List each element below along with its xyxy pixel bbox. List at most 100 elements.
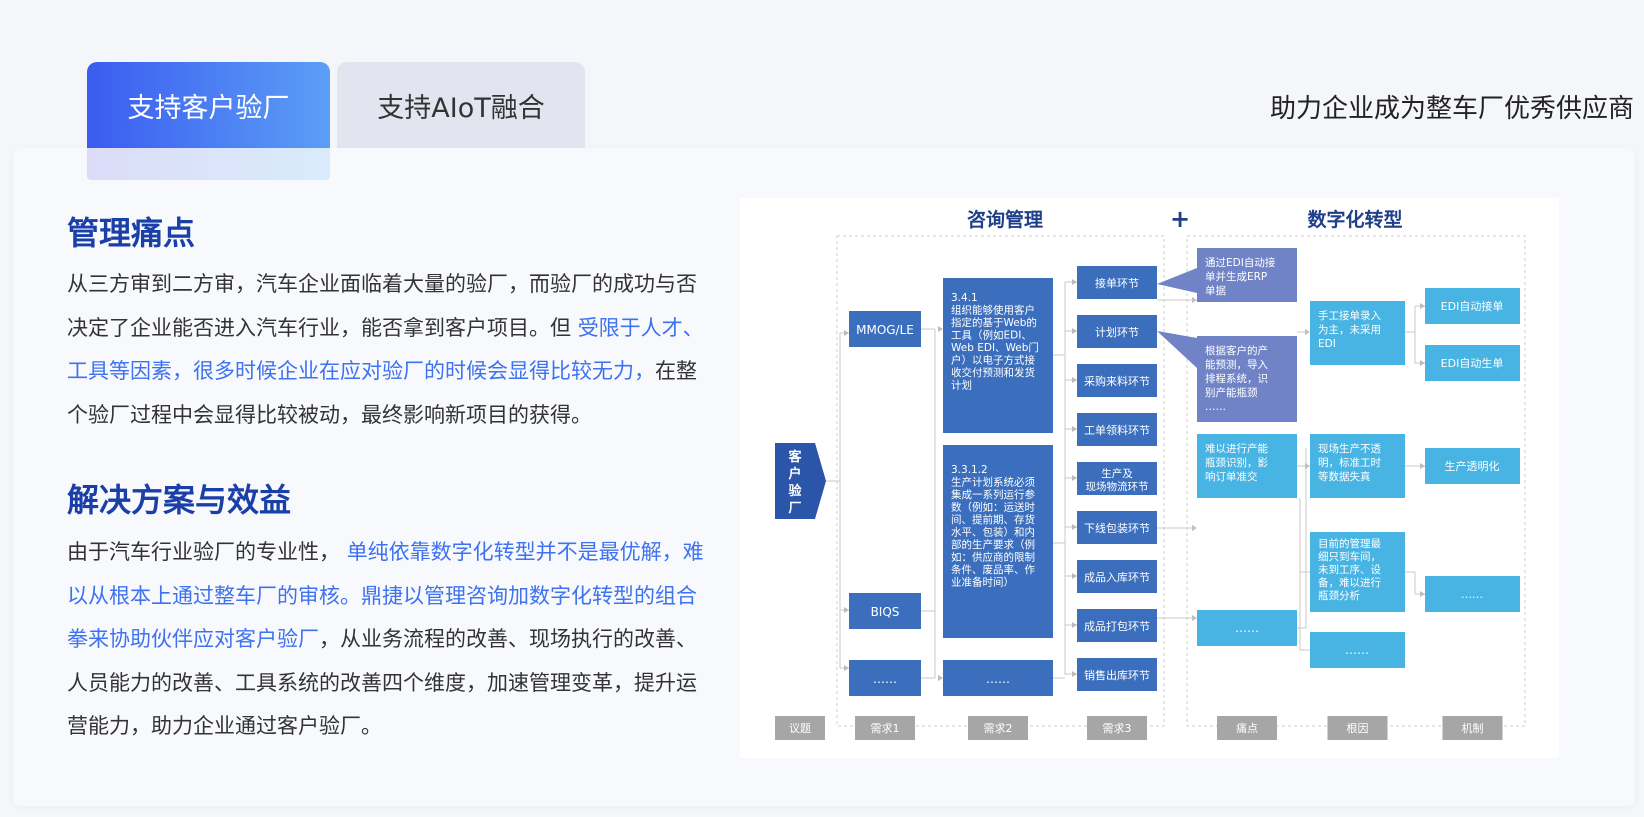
mechanism-label: EDI自动生单 bbox=[1441, 356, 1504, 370]
arrow-head bbox=[1072, 622, 1077, 628]
callout-text: 别产能瓶颈 bbox=[1205, 386, 1258, 399]
cause-text: 未到工序、设 bbox=[1318, 563, 1381, 576]
req2-text: 3.4.1 bbox=[951, 292, 978, 304]
cause-text: 手工接单录入 bbox=[1318, 309, 1381, 322]
topic-label: 厂 bbox=[788, 501, 801, 516]
arrow-head bbox=[844, 665, 849, 671]
callout-text: 单据 bbox=[1205, 284, 1227, 297]
mechanism-label: EDI自动接单 bbox=[1441, 300, 1504, 313]
req2-label: …… bbox=[986, 672, 1010, 686]
arrow-head bbox=[844, 607, 849, 613]
req2-text: 3.3.1.2 bbox=[951, 464, 988, 476]
req3-label: 成品入库环节 bbox=[1084, 571, 1150, 584]
callout-pointer bbox=[1157, 331, 1197, 368]
arrow-head bbox=[1072, 475, 1077, 481]
topic-label: 验 bbox=[788, 483, 802, 499]
req2-text: 组织能够使用客户 bbox=[951, 304, 1035, 317]
arrow-head bbox=[1072, 426, 1077, 432]
arrow-head bbox=[1072, 671, 1077, 677]
arrow-head bbox=[1420, 463, 1425, 469]
footer-label: 机制 bbox=[1462, 721, 1484, 735]
tab-active-indicator-overlay bbox=[87, 148, 330, 180]
cause-text: 备，难以进行 bbox=[1318, 576, 1381, 589]
req1-label: MMOG/LE bbox=[856, 323, 914, 337]
footer-label: 需求3 bbox=[1103, 722, 1132, 735]
req3-label: 接单环节 bbox=[1095, 277, 1139, 290]
arrow-head bbox=[1420, 303, 1425, 309]
topic-label: 客 bbox=[788, 449, 802, 465]
diagram-header-left: 咨询管理 bbox=[967, 208, 1043, 231]
req2-text: 工具（例如EDI、 bbox=[951, 329, 1032, 342]
callout-text: 排程系统，识 bbox=[1205, 372, 1268, 385]
callout-text: 单并生成ERP bbox=[1205, 270, 1267, 283]
section-title-solution: 解决方案与效益 bbox=[67, 481, 292, 519]
pain-label: …… bbox=[1235, 621, 1259, 635]
req3-label: 工单领料环节 bbox=[1084, 423, 1150, 437]
arrow-head bbox=[1072, 573, 1077, 579]
topic-label: 户 bbox=[788, 466, 801, 482]
pain-text: 难以进行产能 bbox=[1205, 442, 1268, 455]
req3-label: 采购来料环节 bbox=[1084, 374, 1150, 388]
req2-text: Web EDI、Web门 bbox=[951, 341, 1039, 354]
footer-label: 需求1 bbox=[871, 722, 900, 735]
req3-label: 下线包装环节 bbox=[1084, 521, 1150, 535]
cause-text: 瓶颈分析 bbox=[1318, 589, 1360, 602]
tab-customer-audit[interactable]: 支持客户验厂 bbox=[87, 62, 330, 148]
text-plain: 由于汽车行业验厂的专业性， bbox=[67, 540, 347, 564]
tab-aiot[interactable]: 支持AIoT融合 bbox=[337, 62, 585, 148]
section-text-pain: 从三方审到二方审，汽车企业面临着大量的验厂，而验厂的成功与否决定了企业能否进入汽… bbox=[67, 263, 715, 437]
req3-label: 生产及 bbox=[1101, 467, 1133, 480]
req2-text: 如：供应商的限制 bbox=[951, 551, 1035, 564]
cause-text: 明，标准工时 bbox=[1318, 457, 1381, 469]
arrow-head bbox=[938, 326, 943, 332]
arrow-head bbox=[1072, 328, 1077, 334]
cause-text: EDI bbox=[1318, 338, 1336, 350]
arrow-head bbox=[1072, 377, 1077, 383]
diagram-plus: + bbox=[1170, 205, 1190, 233]
footer-label: 议题 bbox=[789, 722, 811, 735]
req2-text: 指定的基于Web的 bbox=[951, 316, 1037, 329]
cause-text: 为主，未采用 bbox=[1318, 324, 1381, 336]
callout-text: 通过EDI自动接 bbox=[1205, 256, 1276, 269]
req3-label: 成品打包环节 bbox=[1084, 619, 1150, 633]
req2-text: 条件、废品率、作 bbox=[951, 563, 1035, 576]
req2-text: 间、提前期、存货 bbox=[951, 513, 1035, 526]
req2-text: 生产计划系统必须 bbox=[951, 476, 1035, 489]
req2-text: 集成一系列运行参 bbox=[951, 488, 1035, 501]
pain-text: 瓶颈识别，影 bbox=[1205, 456, 1268, 469]
process-diagram-svg: 咨询管理 + 数字化转型客户验厂 MMOG/LE BIQS …… 3.4.1组织能够使用客户… bbox=[775, 205, 1526, 740]
arrow-head bbox=[844, 330, 849, 336]
cause-label: …… bbox=[1345, 643, 1369, 657]
req3-label: 计划环节 bbox=[1095, 326, 1139, 339]
section-text-solution: 由于汽车行业验厂的专业性， 单纯依靠数字化转型并不是最优解，难以从根本上通过整车… bbox=[67, 531, 715, 749]
cause-text: 等数据失真 bbox=[1318, 470, 1371, 483]
footer-label: 根因 bbox=[1347, 721, 1369, 735]
req2-text: 水平、包装）和内 bbox=[951, 526, 1035, 539]
req3-label: 销售出库环节 bbox=[1084, 668, 1150, 682]
req1-label: BIQS bbox=[871, 605, 900, 619]
callout-pointer bbox=[1157, 268, 1197, 293]
req2-text: 计划 bbox=[951, 379, 972, 392]
footer-label: 需求2 bbox=[984, 722, 1013, 735]
mechanism-label: 生产透明化 bbox=[1445, 459, 1500, 473]
arrow-head bbox=[1420, 360, 1425, 366]
callout-text: 根据客户的产 bbox=[1205, 344, 1268, 357]
cause-text: 现场生产不透 bbox=[1318, 442, 1381, 455]
section-title-pain: 管理痛点 bbox=[67, 214, 196, 252]
req2-text: 收交付预测和发货 bbox=[951, 366, 1035, 379]
process-diagram: 咨询管理 + 数字化转型客户验厂 MMOG/LE BIQS …… 3.4.1 组织能够使用客户… bbox=[740, 198, 1559, 758]
cause-text: 目前的管理最 bbox=[1318, 537, 1381, 550]
req3-label: 现场物流环节 bbox=[1086, 480, 1149, 493]
mechanism-label: …… bbox=[1461, 588, 1483, 601]
arrow-head bbox=[1072, 524, 1077, 530]
diagram-header-right: 数字化转型 bbox=[1307, 208, 1402, 231]
callout-text: …… bbox=[1205, 401, 1226, 413]
arrow-head bbox=[938, 675, 943, 681]
tagline: 助力企业成为整车厂优秀供应商 bbox=[1269, 94, 1634, 124]
footer-label: 痛点 bbox=[1236, 721, 1258, 735]
tab-label: 支持AIoT融合 bbox=[377, 92, 545, 124]
cause-text: 细只到车间， bbox=[1318, 550, 1381, 563]
req1-label: …… bbox=[873, 672, 897, 686]
tab-label: 支持客户验厂 bbox=[127, 92, 290, 124]
arrow-head bbox=[1072, 279, 1077, 285]
